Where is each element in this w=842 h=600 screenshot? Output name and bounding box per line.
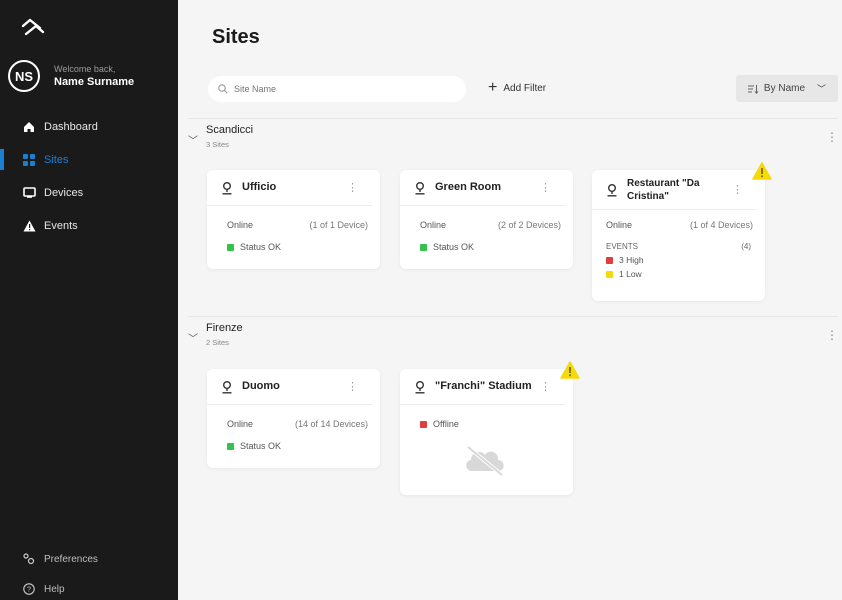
sliders-icon <box>22 552 36 566</box>
group-menu-icon[interactable]: ⋮ <box>826 130 838 144</box>
nav-label: Dashboard <box>44 120 98 133</box>
online-status: Online <box>227 220 254 230</box>
online-status: Online <box>227 419 254 429</box>
offline-indicator <box>420 420 427 428</box>
add-filter-button[interactable]: + Add Filter <box>488 80 546 96</box>
group-header-scandicci: ﹀ Scandicci 3 Sites <box>188 124 253 149</box>
events-label: EVENTS <box>606 242 639 251</box>
page-title: Sites <box>212 26 260 48</box>
sort-label: By Name <box>763 83 806 94</box>
site-name: "Franchi" Stadium <box>435 380 532 392</box>
main-content: Sites + Add Filter By Name ﹀ ﹀ Scandicci… <box>178 0 842 600</box>
device-count: (1 of 4 Devices) <box>689 220 753 230</box>
main-nav: Dashboard Sites Devices Events <box>0 110 178 242</box>
site-card-franchi-stadium[interactable]: "Franchi" Stadium ⋮ Offline <box>400 369 573 495</box>
group-menu-icon[interactable]: ⋮ <box>826 328 838 342</box>
chevron-down-icon: ﹀ <box>817 84 827 94</box>
ok-indicator <box>420 243 427 251</box>
ok-indicator <box>227 243 234 251</box>
bottom-nav: Preferences ? Help <box>0 544 178 600</box>
nav-label: Devices <box>44 186 84 199</box>
nav-item-preferences[interactable]: Preferences <box>0 544 178 574</box>
chevron-down-icon[interactable]: ﹀ <box>188 132 206 147</box>
add-filter-label: Add Filter <box>503 82 547 94</box>
welcome-text: Welcome back, <box>54 64 116 74</box>
location-pin-icon <box>607 183 617 197</box>
nav-label: Sites <box>44 153 69 166</box>
card-menu-icon[interactable]: ⋮ <box>347 181 358 194</box>
card-menu-icon[interactable]: ⋮ <box>540 380 551 393</box>
group-name: Firenze <box>206 322 243 334</box>
nav-item-help[interactable]: ? Help <box>0 574 178 600</box>
location-pin-icon <box>415 380 425 394</box>
search-input[interactable] <box>234 84 434 94</box>
ok-indicator <box>227 442 234 450</box>
grid-icon <box>22 153 36 167</box>
site-card-green-room[interactable]: Green Room ⋮ Online (2 of 2 Devices) Stat… <box>400 170 573 269</box>
search-box[interactable] <box>208 76 466 102</box>
chevron-down-icon[interactable]: ﹀ <box>188 330 206 345</box>
card-menu-icon[interactable]: ⋮ <box>732 183 743 196</box>
site-name: Ufficio <box>242 181 277 193</box>
status-text: Status OK <box>433 242 475 252</box>
group-divider <box>188 118 838 119</box>
nav-label: Help <box>44 583 65 595</box>
status-text: Status OK <box>240 441 282 451</box>
low-severity-indicator <box>606 270 613 278</box>
site-card-ufficio[interactable]: Ufficio ⋮ Online (1 of 1 Device) Status O… <box>207 170 380 269</box>
search-icon <box>218 84 228 94</box>
nav-item-devices[interactable]: Devices <box>0 176 178 209</box>
device-count: (2 of 2 Devices) <box>497 220 561 230</box>
warning-icon <box>22 219 36 233</box>
help-icon: ? <box>22 582 36 596</box>
site-card-duomo[interactable]: Duomo ⋮ Online (14 of 14 Devices) Status … <box>207 369 380 468</box>
alert-icon <box>560 361 580 379</box>
location-pin-icon <box>222 380 232 394</box>
alert-icon <box>752 162 772 180</box>
high-severity-indicator <box>606 256 613 264</box>
online-status: Online <box>420 220 447 230</box>
sidebar: NS Welcome back, Name Surname Dashboard … <box>0 0 178 600</box>
home-icon <box>22 120 36 134</box>
card-menu-icon[interactable]: ⋮ <box>347 380 358 393</box>
device-count: (14 of 14 Devices) <box>294 419 368 429</box>
online-status: Online <box>606 220 633 230</box>
avatar: NS <box>8 60 40 92</box>
nav-item-sites[interactable]: Sites <box>0 143 178 176</box>
high-events: 3 High <box>619 255 644 265</box>
sort-dropdown[interactable]: By Name ﹀ <box>736 75 838 102</box>
group-divider <box>188 316 838 317</box>
status-text: Offline <box>433 419 459 429</box>
nav-label: Preferences <box>44 553 98 565</box>
user-profile[interactable]: NS Welcome back, Name Surname <box>8 60 134 92</box>
nav-item-events[interactable]: Events <box>0 209 178 242</box>
sort-icon <box>747 84 759 94</box>
site-name: Green Room <box>435 181 502 193</box>
location-pin-icon <box>222 181 232 195</box>
group-name: Scandicci <box>206 124 254 136</box>
location-pin-icon <box>415 181 425 195</box>
device-count: (1 of 1 Device) <box>309 220 368 230</box>
events-count: (4) <box>741 242 751 251</box>
group-header-firenze: ﹀ Firenze 2 Sites <box>188 322 243 347</box>
status-text: Status OK <box>240 242 282 252</box>
site-name: Duomo <box>242 380 280 392</box>
nav-item-dashboard[interactable]: Dashboard <box>0 110 178 143</box>
low-events: 1 Low <box>619 269 642 279</box>
svg-text:?: ? <box>27 585 31 594</box>
site-name: Restaurant "Da Cristina" <box>627 177 700 202</box>
group-count: 2 Sites <box>206 338 229 347</box>
logo-icon[interactable] <box>20 16 46 40</box>
nav-label: Events <box>44 219 78 232</box>
user-name: Name Surname <box>54 76 135 88</box>
group-count: 3 Sites <box>206 140 229 149</box>
plus-icon: + <box>488 79 498 96</box>
cloud-off-icon <box>466 445 504 477</box>
monitor-icon <box>22 186 36 200</box>
site-card-restaurant-da-cristina[interactable]: Restaurant "Da Cristina" ⋮ Online (1 of 4… <box>592 170 765 301</box>
card-menu-icon[interactable]: ⋮ <box>540 181 551 194</box>
